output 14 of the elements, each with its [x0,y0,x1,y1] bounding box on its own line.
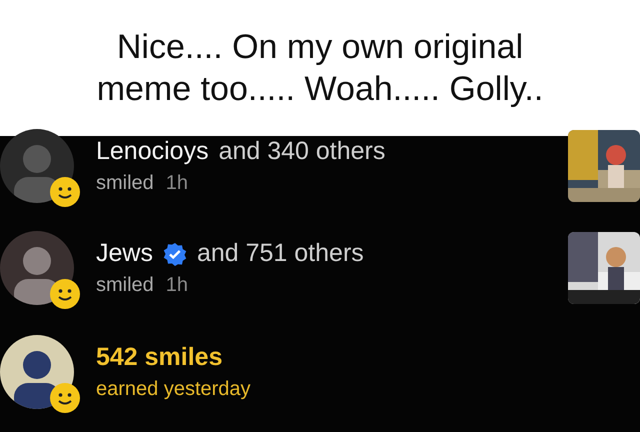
smiley-icon [50,279,80,309]
username[interactable]: Jews [96,239,153,268]
action-label: smiled [96,172,154,195]
timestamp: 1h [166,274,188,297]
meme-caption: Nice.... On my own original meme too..... Woah..... Golly.. [96,27,544,110]
others-count: and 340 others [218,137,386,166]
username[interactable]: Lenocioys [96,137,209,166]
milestone-title: 542 smiles [96,343,224,372]
action-label: smiled [96,274,154,297]
others-count: and 751 others [196,239,364,268]
smiley-icon [50,177,80,207]
smiley-icon [50,383,80,413]
milestone-subtitle: earned yesterday [96,378,252,401]
timestamp: 1h [166,172,188,195]
